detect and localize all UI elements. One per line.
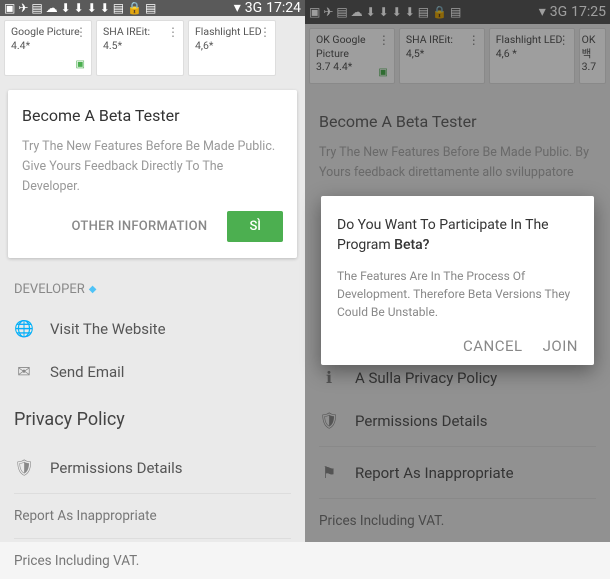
- app-name: Google Picture: [11, 25, 85, 39]
- beta-title: Become A Beta Tester: [22, 106, 283, 125]
- vat-label: Prices Including VAT.: [14, 543, 291, 579]
- permissions-item[interactable]: 🛡 Permissions Details: [319, 399, 596, 442]
- app-rating: 4,6 *: [496, 47, 568, 61]
- badge-icon: ▣: [76, 58, 85, 71]
- more-icon[interactable]: ⋮: [468, 33, 480, 49]
- app-rating: 3.7: [582, 60, 603, 74]
- join-button[interactable]: JOIN: [543, 337, 578, 355]
- shield-icon: 🛡: [14, 458, 34, 477]
- app-card[interactable]: ⋮ Flashlight LED 4,6*: [188, 20, 276, 76]
- badge-icon: ▣: [378, 66, 387, 79]
- developer-section: DEVELOPER ◆ 🌐 Visit The Website ✉ Send E…: [0, 268, 305, 579]
- screen-right: ▣ ✈ ▤ ☁ ⬇ ⬇ ⬇ ⬇ ▤ 🔒 ▤ ▾ 3G 17:25 ⋮ OK Go…: [305, 0, 610, 542]
- clock: 17:24: [266, 0, 301, 16]
- app-rating: 3.7 4.4*: [316, 60, 388, 74]
- report-item[interactable]: Report As Inappropriate: [14, 498, 291, 534]
- yes-button[interactable]: SÌ: [227, 211, 283, 242]
- status-icons: ▣ ✈ ▤ ☁ ⬇ ⬇ ⬇ ⬇ ▤ 🔒 ▤: [309, 5, 461, 19]
- flag-icon: ⚑: [319, 463, 339, 482]
- more-icon[interactable]: ⋮: [167, 25, 179, 41]
- beta-desc: Try The New Features Before Be Made Publ…: [319, 143, 596, 183]
- developer-header[interactable]: DEVELOPER ◆: [14, 268, 291, 307]
- item-label: Report As Inappropriate: [355, 464, 514, 482]
- app-name: Flashlight LED: [195, 25, 269, 39]
- wifi-icon: ▾: [539, 4, 546, 20]
- divider: [319, 498, 596, 499]
- dialog-body: The Features Are In The Process Of Devel…: [337, 267, 578, 321]
- item-label: A Sulla Privacy Policy: [355, 369, 497, 387]
- privacy-policy-item[interactable]: Privacy Policy: [14, 393, 291, 446]
- divider: [14, 493, 291, 494]
- app-name: SHA IREit:: [103, 25, 177, 39]
- network-label: 3G: [550, 4, 567, 20]
- more-icon[interactable]: ⋮: [75, 25, 87, 41]
- wifi-icon: ▾: [234, 0, 241, 16]
- app-rating: 4,5*: [406, 47, 478, 61]
- send-email-item[interactable]: ✉ Send Email: [14, 350, 291, 393]
- app-carousel[interactable]: ⋮ OK Google Picture 3.7 4.4* ▣ ⋮ SHA IRE…: [305, 24, 610, 88]
- item-label: Privacy Policy: [14, 409, 125, 430]
- shield-icon: 🛡: [319, 411, 339, 430]
- app-card[interactable]: ⋮ SHA IREit: 4,5*: [399, 28, 485, 84]
- status-bar: ▣ ✈ ▤ ☁ ⬇ ⬇ ⬇ ⬇ ▤ 🔒 ▤ ▾ 3G 17:25: [305, 0, 610, 24]
- app-card[interactable]: OK 백 3.7: [579, 28, 606, 84]
- status-bar: ▣ ✈ ▤ ☁ ⬇ ⬇ ⬇ ⬇ ▤ 🔒 ▤ ▾ 3G 17:24: [0, 0, 305, 16]
- permissions-item[interactable]: 🛡 Permissions Details: [14, 446, 291, 489]
- screen-left: ▣ ✈ ▤ ☁ ⬇ ⬇ ⬇ ⬇ ▤ 🔒 ▤ ▾ 3G 17:24 ⋮ Googl…: [0, 0, 305, 542]
- expand-icon: ◆: [89, 284, 97, 295]
- clock: 17:25: [571, 4, 606, 20]
- divider: [14, 538, 291, 539]
- info-icon: ℹ: [319, 368, 339, 387]
- email-icon: ✉: [14, 362, 34, 381]
- status-icons: ▣ ✈ ▤ ☁ ⬇ ⬇ ⬇ ⬇ ▤ 🔒 ▤: [4, 1, 156, 15]
- app-card[interactable]: ⋮ Google Picture 4.4* ▣: [4, 20, 92, 76]
- beta-section: Become A Beta Tester Try The New Feature…: [305, 88, 610, 183]
- app-rating: 4,6*: [195, 39, 269, 53]
- item-label: Send Email: [50, 363, 124, 381]
- app-card[interactable]: ⋮ SHA IREit: 4.5*: [96, 20, 184, 76]
- item-label: Visit The Website: [50, 320, 166, 338]
- app-card[interactable]: ⋮ OK Google Picture 3.7 4.4* ▣: [309, 28, 395, 84]
- other-info-button[interactable]: OTHER INFORMATION: [71, 219, 207, 234]
- divider: [319, 446, 596, 447]
- globe-icon: 🌐: [14, 319, 34, 338]
- more-icon[interactable]: ⋮: [558, 33, 570, 49]
- dialog-title: Do You Want To Participate In The Progra…: [337, 216, 578, 255]
- app-card[interactable]: ⋮ Flashlight LED 4,6 *: [489, 28, 575, 84]
- more-icon[interactable]: ⋮: [259, 25, 271, 41]
- report-item[interactable]: ⚑ Report As Inappropriate: [319, 451, 596, 494]
- app-carousel[interactable]: ⋮ Google Picture 4.4* ▣ ⋮ SHA IREit: 4.5…: [0, 16, 305, 80]
- app-rating: 4.5*: [103, 39, 177, 53]
- beta-desc: Try The New Features Before Be Made Publ…: [22, 137, 283, 197]
- beta-tester-card: Become A Beta Tester Try The New Feature…: [8, 90, 297, 258]
- item-label: Permissions Details: [50, 459, 183, 477]
- more-icon[interactable]: ⋮: [378, 33, 390, 49]
- visit-website-item[interactable]: 🌐 Visit The Website: [14, 307, 291, 350]
- network-label: 3G: [245, 0, 262, 16]
- beta-title: Become A Beta Tester: [319, 88, 596, 143]
- app-name: OK 백: [582, 33, 603, 60]
- app-rating: 4.4*: [11, 39, 85, 53]
- beta-dialog: Do You Want To Participate In The Progra…: [321, 196, 594, 365]
- cancel-button[interactable]: CANCEL: [463, 337, 523, 355]
- item-label: Permissions Details: [355, 412, 488, 430]
- vat-label: Prices Including VAT.: [319, 503, 596, 539]
